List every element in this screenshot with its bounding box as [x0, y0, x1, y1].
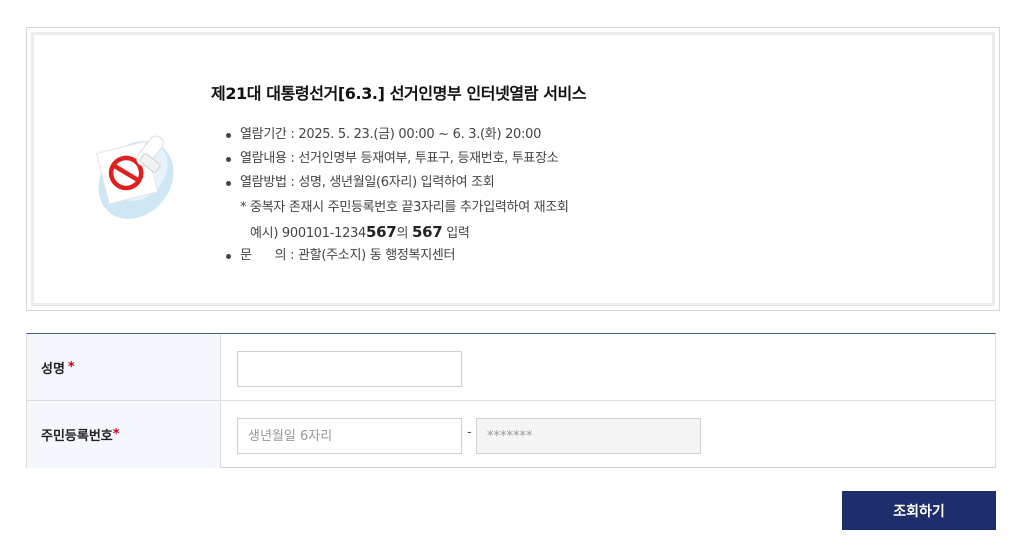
name-input[interactable] — [237, 351, 462, 387]
required-mark: * — [112, 427, 120, 442]
page-title: 제21대 대통령선거[6.3.] 선거인명부 인터넷열람 서비스 — [211, 84, 587, 103]
info-list: 열람기간 : 2025. 5. 23.(금) 00:00 ~ 6. 3.(화) … — [224, 123, 569, 268]
example-suffix: 입력 — [442, 225, 470, 241]
info-example: 예시) 900101-1234567의 567 입력 — [224, 220, 569, 244]
info-note: * 중복자 존재시 주민등록번호 끝3자리를 추가입력하여 재조회 — [240, 199, 569, 215]
example-digits: 567 — [366, 222, 397, 241]
name-label: 성명 — [41, 361, 65, 377]
example-middle: 의 — [396, 225, 412, 241]
form-row-rrn: 주민등록번호* - — [27, 401, 995, 468]
search-button[interactable]: 조회하기 — [842, 491, 996, 530]
rrn-back-input — [476, 418, 701, 454]
rrn-label: 주민등록번호 — [41, 429, 113, 444]
info-item-period: 열람기간 : 2025. 5. 23.(금) 00:00 ~ 6. 3.(화) … — [224, 123, 569, 147]
info-panel: 제21대 대통령선거[6.3.] 선거인명부 인터넷열람 서비스 열람기간 : … — [31, 32, 995, 306]
search-form: 성명* 주민등록번호* - — [26, 333, 996, 468]
example-digits-2: 567 — [411, 222, 443, 241]
info-box: 제21대 대통령선거[6.3.] 선거인명부 인터넷열람 서비스 열람기간 : … — [26, 27, 1000, 311]
rrn-separator: - — [467, 425, 472, 440]
info-item-content: 열람내용 : 선거인명부 등재여부, 투표구, 등재번호, 투표장소 — [224, 147, 569, 171]
info-item-contact: 문 의 : 관할(주소지) 동 행정복지센터 — [224, 244, 569, 268]
required-mark: * — [67, 359, 75, 375]
info-item-method: 열람방법 : 성명, 생년월일(6자리) 입력하여 조회 — [224, 171, 569, 195]
ballot-stamp-icon — [95, 135, 174, 219]
form-row-name: 성명 * — [27, 334, 995, 401]
birthdate-input[interactable] — [237, 418, 462, 454]
example-prefix: 예시) 900101-1234 — [250, 225, 367, 241]
name-label-cell: 성명 * — [27, 334, 221, 400]
rrn-label-cell: 주민등록번호 * — [27, 401, 221, 468]
